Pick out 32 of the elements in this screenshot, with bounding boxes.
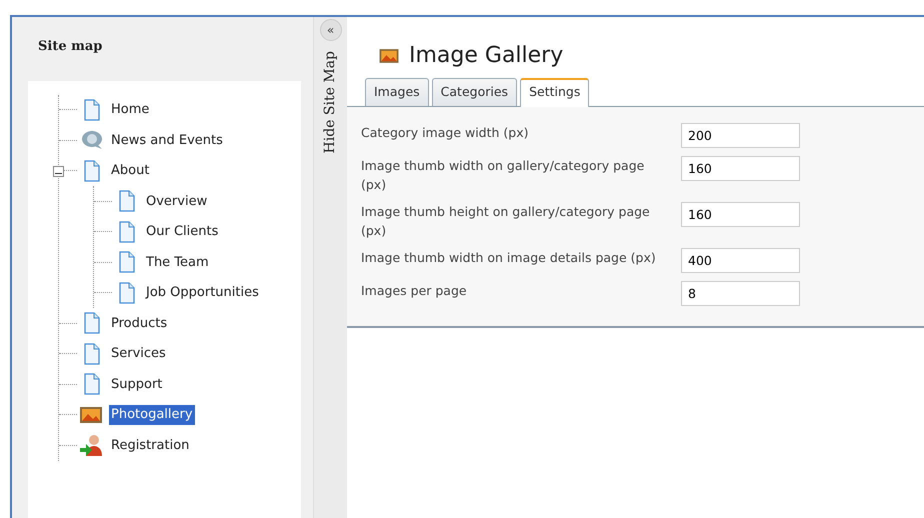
tree-item[interactable]: Our Clients <box>144 222 220 242</box>
field-label: Image thumb width on image details page (px) <box>361 248 657 267</box>
sidebar-title: Site map <box>38 38 104 56</box>
hide-site-map-label[interactable]: Hide Site Map <box>320 51 341 154</box>
field-label: Category image width (px) <box>361 124 530 142</box>
input-field[interactable]: 200 <box>681 122 800 148</box>
field-label: Image thumb height on gallery/category page (px) <box>361 202 651 240</box>
input-field[interactable]: 400 <box>681 248 800 273</box>
tab[interactable]: Settings <box>520 78 590 107</box>
tab[interactable]: Images <box>365 78 429 106</box>
tree-item[interactable]: Photogallery <box>109 405 195 424</box>
splitter-bar[interactable]: « Hide Site Map <box>313 17 347 518</box>
tree-item[interactable]: Support <box>109 374 164 394</box>
collapse-toggle[interactable] <box>53 166 64 176</box>
field-label: Images per page <box>361 282 468 300</box>
tree-item[interactable]: Registration <box>109 436 192 455</box>
collapse-button[interactable]: « <box>320 19 342 41</box>
tree-item[interactable]: About <box>109 161 152 180</box>
tree-item[interactable]: Job Opportunities <box>144 283 261 302</box>
page-title: Image Gallery <box>409 42 564 70</box>
field-label: Image thumb width on gallery/category page (px) <box>361 156 646 194</box>
tree-item[interactable]: Services <box>109 344 168 364</box>
tree-item[interactable]: Home <box>109 100 152 120</box>
tree-item[interactable]: Overview <box>144 192 210 211</box>
input-field[interactable]: 160 <box>681 156 800 181</box>
input-field[interactable]: 8 <box>681 280 800 306</box>
tree-item[interactable]: Products <box>109 314 170 333</box>
tab[interactable]: Categories <box>432 78 518 106</box>
user-add-icon <box>77 433 105 458</box>
tree-item[interactable]: The Team <box>144 252 211 272</box>
input-field[interactable]: 160 <box>681 202 800 227</box>
tree-item[interactable]: News and Events <box>109 130 225 150</box>
